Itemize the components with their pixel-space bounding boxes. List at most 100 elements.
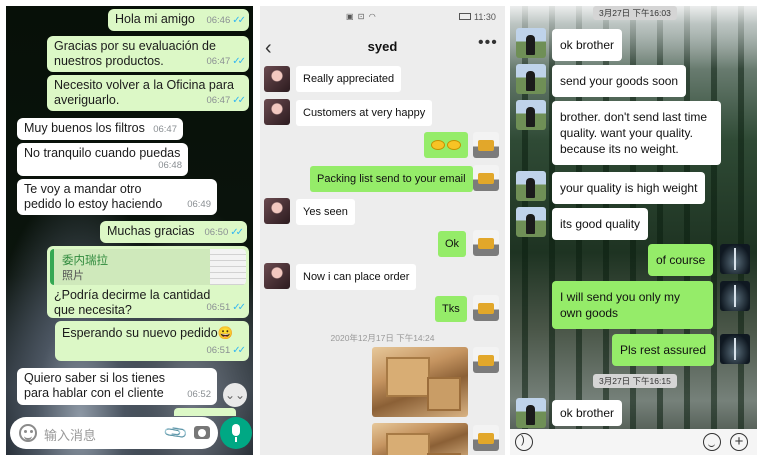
- my-avatar[interactable]: [720, 281, 750, 311]
- message-bubble-outgoing[interactable]: Tks: [435, 296, 467, 322]
- read-ticks-icon: ✓✓: [230, 227, 244, 238]
- message-time: 06:47: [153, 124, 177, 135]
- photo-message[interactable]: [372, 423, 468, 455]
- message-bubble-incoming[interactable]: send your goods soon: [552, 65, 687, 97]
- message-bubble-outgoing[interactable]: Pls rest assured: [612, 334, 715, 366]
- chat-timestamp: 3月27日 下午16:03: [593, 6, 677, 20]
- contact-avatar[interactable]: [516, 100, 546, 130]
- message-text: Esperando su nuevo pedido😀: [62, 326, 234, 340]
- my-avatar[interactable]: [473, 132, 499, 158]
- message-bubble-outgoing-reply[interactable]: 委内瑞拉 照片 ¿Podría decirme la cantidad que …: [47, 246, 249, 318]
- message-bubble-incoming[interactable]: brother. don't send last time quality. w…: [552, 101, 721, 165]
- plus-icon[interactable]: +: [730, 433, 748, 451]
- message-bubble-outgoing[interactable]: Ok: [438, 231, 467, 257]
- message-bubble-outgoing[interactable]: Packing list send to your email: [310, 166, 473, 192]
- battery-icon: [459, 13, 471, 20]
- message-bubble-incoming[interactable]: Muy buenos los filtros 06:47: [17, 118, 183, 140]
- microphone-icon[interactable]: [220, 417, 252, 449]
- message-bubble-outgoing[interactable]: of course: [648, 244, 714, 276]
- chat-timestamp: 2020年12月17日 下午14:24: [330, 333, 435, 343]
- read-ticks-icon: ✓✓: [232, 345, 246, 356]
- message-text: Hola mi amigo: [115, 12, 195, 26]
- message-time: 06:46: [206, 15, 231, 26]
- message-bubble-incoming[interactable]: No tranquilo cuando puedas 06:48: [17, 143, 188, 176]
- message-text: Te voy a mandar otro pedido lo estoy hac…: [24, 182, 163, 211]
- contact-avatar[interactable]: [264, 99, 290, 125]
- message-bubble-outgoing[interactable]: Muchas gracias 06:50 ✓✓: [100, 221, 247, 243]
- status-time: 11:30: [474, 12, 496, 22]
- contact-avatar[interactable]: [516, 207, 546, 237]
- message-time: 06:47: [206, 56, 231, 67]
- message-bubble-outgoing[interactable]: Gracias por su evaluación de nuestros pr…: [47, 36, 249, 72]
- emoji-message-bubble[interactable]: [424, 132, 468, 158]
- message-bubble-incoming[interactable]: Now i can place order: [296, 264, 417, 290]
- my-avatar[interactable]: [473, 295, 499, 321]
- quoted-sender: 委内瑞拉: [62, 255, 108, 267]
- wechat-wallpaper-chat-panel: 3月27日 下午16:03 ok brother send your goods…: [510, 6, 757, 455]
- message-bubble-incoming[interactable]: Yes seen: [296, 199, 355, 225]
- message-input-placeholder[interactable]: 输入消息: [44, 425, 96, 444]
- emoji-icon[interactable]: [703, 433, 721, 451]
- message-time: 06:49: [187, 199, 211, 210]
- quoted-thumbnail: [210, 249, 246, 285]
- scroll-down-icon[interactable]: ⌄⌄: [223, 383, 247, 407]
- read-ticks-icon: ✓✓: [232, 95, 246, 106]
- voice-icon[interactable]: [515, 433, 533, 451]
- my-avatar[interactable]: [473, 230, 499, 256]
- status-bar: ▣ ⊡ ◠ 11:30: [260, 6, 505, 28]
- message-time: 06:47: [206, 95, 231, 106]
- quoted-photo-label: 照片: [62, 270, 84, 282]
- contact-avatar[interactable]: [516, 398, 546, 428]
- status-icons: ▣ ⊡ ◠: [346, 12, 377, 21]
- message-bubble-incoming[interactable]: Te voy a mandar otro pedido lo estoy hac…: [17, 179, 217, 215]
- message-bubble-outgoing-partial: [174, 408, 236, 416]
- my-avatar[interactable]: [720, 244, 750, 274]
- message-time: 06:51: [206, 302, 231, 313]
- message-bubble-outgoing[interactable]: I will send you only my own goods: [552, 281, 713, 329]
- emoji-icon[interactable]: [19, 424, 37, 442]
- my-avatar[interactable]: [720, 334, 750, 364]
- camera-icon[interactable]: [194, 426, 210, 439]
- input-toolbar: +: [510, 429, 757, 455]
- message-bubble-outgoing[interactable]: Esperando su nuevo pedido😀 06:51 ✓✓: [55, 321, 249, 361]
- chat-title: syed: [367, 39, 398, 54]
- emoji-icon: [431, 140, 445, 150]
- message-time: 06:50: [204, 227, 229, 238]
- my-avatar[interactable]: [473, 165, 499, 191]
- contact-avatar[interactable]: [264, 263, 290, 289]
- message-bubble-incoming[interactable]: ok brother: [552, 29, 623, 61]
- message-time: 06:51: [206, 345, 231, 356]
- message-bubble-incoming[interactable]: your quality is high weight: [552, 172, 706, 204]
- message-text: Quiero saber si los tienes para hablar c…: [24, 371, 166, 400]
- message-text: Muy buenos los filtros: [24, 121, 145, 135]
- contact-avatar[interactable]: [516, 28, 546, 58]
- my-avatar[interactable]: [473, 425, 499, 451]
- my-avatar[interactable]: [473, 347, 499, 373]
- message-bubble-incoming[interactable]: Customers at very happy: [296, 100, 433, 126]
- message-time: 06:48: [158, 160, 182, 171]
- message-input-bar[interactable]: 输入消息 📎: [10, 417, 218, 449]
- contact-avatar[interactable]: [516, 171, 546, 201]
- contact-avatar[interactable]: [516, 64, 546, 94]
- emoji-icon: [447, 140, 461, 150]
- message-bubble-outgoing[interactable]: Hola mi amigo 06:46 ✓✓: [108, 9, 249, 31]
- message-bubble-incoming[interactable]: its good quality: [552, 208, 649, 240]
- quoted-message[interactable]: 委内瑞拉 照片: [50, 249, 246, 285]
- chat-timestamp: 3月27日 下午16:15: [593, 374, 677, 388]
- message-text: No tranquilo cuando puedas: [24, 146, 181, 160]
- message-text: Gracias por su evaluación de nuestros pr…: [54, 39, 216, 68]
- contact-avatar[interactable]: [264, 66, 290, 92]
- message-bubble-incoming[interactable]: ok brother: [552, 400, 623, 426]
- paperclip-icon[interactable]: 📎: [162, 419, 190, 447]
- whatsapp-chat-panel: Hola mi amigo 06:46 ✓✓ Gracias por su eva…: [6, 6, 253, 455]
- message-bubble-outgoing[interactable]: Necesito volver a la Oficina para averig…: [47, 75, 249, 111]
- read-ticks-icon: ✓✓: [232, 15, 246, 26]
- read-ticks-icon: ✓✓: [232, 302, 246, 313]
- contact-avatar[interactable]: [264, 198, 290, 224]
- message-bubble-incoming[interactable]: Quiero saber si los tienes para hablar c…: [17, 368, 217, 405]
- message-bubble-incoming[interactable]: Really appreciated: [296, 66, 402, 92]
- wechat-chat-panel: ▣ ⊡ ◠ 11:30 ‹ syed ••• Really appreciate…: [260, 6, 505, 455]
- message-text: Muchas gracias: [107, 224, 195, 238]
- more-options-icon[interactable]: •••: [478, 34, 498, 52]
- photo-message[interactable]: [372, 347, 468, 417]
